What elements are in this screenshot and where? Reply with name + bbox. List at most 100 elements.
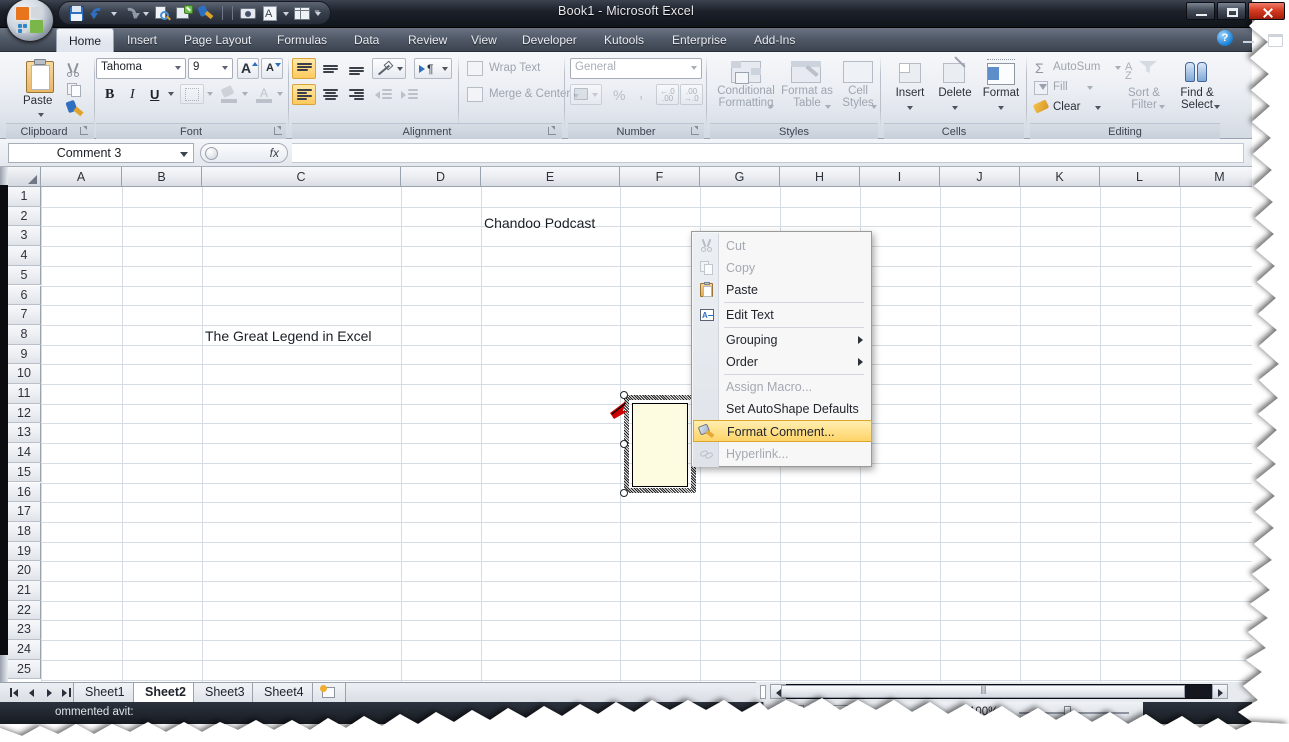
minimize-ribbon-icon[interactable]	[1243, 31, 1257, 45]
align-left-button[interactable]	[292, 84, 316, 105]
next-sheet-button[interactable]	[44, 686, 56, 699]
redo-dropdown-arrow[interactable]	[143, 10, 150, 17]
resize-handle-nw[interactable]	[620, 391, 628, 399]
tab-add-ins[interactable]: Add-Ins	[742, 28, 807, 52]
row-header-16[interactable]: 16	[8, 483, 41, 503]
find-select-arrow[interactable]	[1214, 105, 1220, 109]
worksheet-grid[interactable]: A B C D E F G H I J K L M 12345678910111…	[0, 167, 1252, 682]
menu-item-set-autoshape-defaults[interactable]: Set AutoShape Defaults	[693, 398, 872, 420]
row-header-19[interactable]: 19	[8, 542, 41, 562]
shrink-font-button[interactable]: A	[261, 58, 283, 79]
tab-kutools[interactable]: Kutools	[592, 28, 656, 52]
sort-filter-arrow[interactable]	[1159, 105, 1165, 109]
orientation-button[interactable]	[372, 58, 406, 79]
cell-styles-arrow[interactable]	[871, 105, 877, 109]
increase-decimal-button[interactable]: ←.0 .00	[656, 84, 679, 105]
row-header-17[interactable]: 17	[8, 502, 41, 522]
increase-indent-button[interactable]	[398, 84, 422, 105]
undo-icon[interactable]	[89, 4, 108, 23]
menu-item-paste[interactable]: Paste	[693, 279, 872, 301]
column-header-d[interactable]: D	[401, 167, 481, 187]
column-header-e[interactable]: E	[481, 167, 620, 187]
help-icon[interactable]: ?	[1217, 30, 1233, 46]
grow-font-button[interactable]: A	[237, 58, 259, 79]
column-header-g[interactable]: G	[700, 167, 780, 187]
align-right-button[interactable]	[344, 84, 368, 105]
page-break-view-button[interactable]	[832, 705, 852, 721]
decrease-decimal-button[interactable]: .00 →.0	[680, 84, 703, 105]
row-header-1[interactable]: 1	[8, 187, 41, 207]
cut-button[interactable]	[64, 60, 84, 78]
row-header-4[interactable]: 4	[8, 246, 41, 266]
normal-view-button[interactable]	[784, 705, 804, 721]
name-box[interactable]: Comment 3	[8, 143, 194, 163]
zoom-slider-track[interactable]	[1019, 712, 1129, 714]
menu-item-order[interactable]: Order	[693, 351, 872, 373]
column-header-f[interactable]: F	[620, 167, 700, 187]
format-cells-arrow[interactable]	[998, 106, 1004, 110]
menu-item-copy[interactable]: Copy	[693, 257, 872, 279]
comma-format-button[interactable]: ,	[630, 84, 652, 105]
first-sheet-button[interactable]	[10, 686, 22, 699]
align-center-button[interactable]	[318, 84, 342, 105]
menu-item-hyperlink[interactable]: Hyperlink...	[693, 443, 872, 465]
row-header-7[interactable]: 7	[8, 305, 41, 325]
restore-window-icon[interactable]	[1267, 31, 1283, 45]
format-cells-button[interactable]: Format	[978, 58, 1022, 120]
tab-formulas[interactable]: Formulas	[265, 28, 339, 52]
column-header-h[interactable]: H	[780, 167, 860, 187]
tab-developer[interactable]: Developer	[510, 28, 589, 52]
row-header-13[interactable]: 13	[8, 423, 41, 443]
font-size-dropdown-arrow[interactable]	[222, 66, 228, 70]
name-box-dropdown-arrow[interactable]	[180, 152, 188, 157]
formula-bar-buttons[interactable]: fx	[200, 143, 288, 163]
underline-button[interactable]: U	[144, 84, 165, 104]
text-direction-button[interactable]: ¶	[414, 58, 452, 79]
column-header-a[interactable]: A	[41, 167, 122, 187]
font-name-input[interactable]: Tahoma	[96, 58, 186, 79]
row-header-18[interactable]: 18	[8, 522, 41, 542]
row-header-6[interactable]: 6	[8, 286, 41, 306]
sheet-tab-sheet2[interactable]: Sheet2	[133, 683, 198, 703]
autosum-button[interactable]: Σ AutoSum	[1030, 58, 1128, 77]
sheet-tab-sheet4[interactable]: Sheet4	[252, 683, 316, 703]
zoom-slider-thumb[interactable]	[1064, 706, 1071, 720]
tab-home[interactable]: Home	[56, 28, 114, 53]
redo-icon[interactable]	[121, 4, 140, 23]
row-header-25[interactable]: 25	[8, 660, 41, 680]
find-select-button[interactable]: Find & Select	[1170, 58, 1222, 120]
restore-button[interactable]	[1217, 2, 1246, 20]
borders-button[interactable]	[180, 84, 204, 104]
format-as-table-button[interactable]: Format as Table	[780, 58, 832, 118]
clipboard-dialog-launcher[interactable]	[79, 126, 90, 137]
conditional-formatting-arrow[interactable]	[768, 105, 774, 109]
copy-button[interactable]	[64, 80, 84, 98]
delete-cells-button[interactable]: Delete	[932, 58, 976, 120]
font-name-dropdown-arrow[interactable]	[175, 66, 181, 70]
select-all-button[interactable]	[8, 167, 41, 187]
page-layout-view-button[interactable]	[808, 705, 828, 721]
tab-enterprise[interactable]: Enterprise	[660, 28, 739, 52]
wrap-text-button[interactable]: Wrap Text	[464, 58, 564, 79]
row-header-10[interactable]: 10	[8, 364, 41, 384]
menu-item-cut[interactable]: Cut	[693, 235, 872, 257]
number-dialog-launcher[interactable]	[690, 126, 701, 137]
insert-worksheet-button[interactable]	[312, 683, 346, 703]
decrease-indent-button[interactable]	[372, 84, 396, 105]
cell-c8-great-legend[interactable]: The Great Legend in Excel	[205, 328, 372, 344]
menu-item-format-comment[interactable]: Format Comment...	[693, 420, 872, 442]
insert-cells-arrow[interactable]	[907, 106, 913, 110]
paste-button[interactable]: Paste	[16, 58, 62, 120]
conditional-formatting-button[interactable]: Conditional Formatting	[714, 58, 776, 118]
column-header-k[interactable]: K	[1020, 167, 1100, 187]
minimize-button[interactable]	[1186, 2, 1215, 20]
paste-dropdown-arrow[interactable]	[38, 113, 44, 117]
number-format-select[interactable]: General	[570, 58, 702, 79]
row-header-2[interactable]: 2	[8, 207, 41, 227]
row-header-23[interactable]: 23	[8, 620, 41, 640]
menu-item-edit-text[interactable]: A Edit Text	[693, 304, 872, 326]
orientation-dropdown-arrow[interactable]	[397, 67, 403, 71]
font-size-input[interactable]: 9	[188, 58, 233, 79]
resize-handle-sw[interactable]	[620, 489, 628, 497]
column-header-i[interactable]: I	[860, 167, 940, 187]
